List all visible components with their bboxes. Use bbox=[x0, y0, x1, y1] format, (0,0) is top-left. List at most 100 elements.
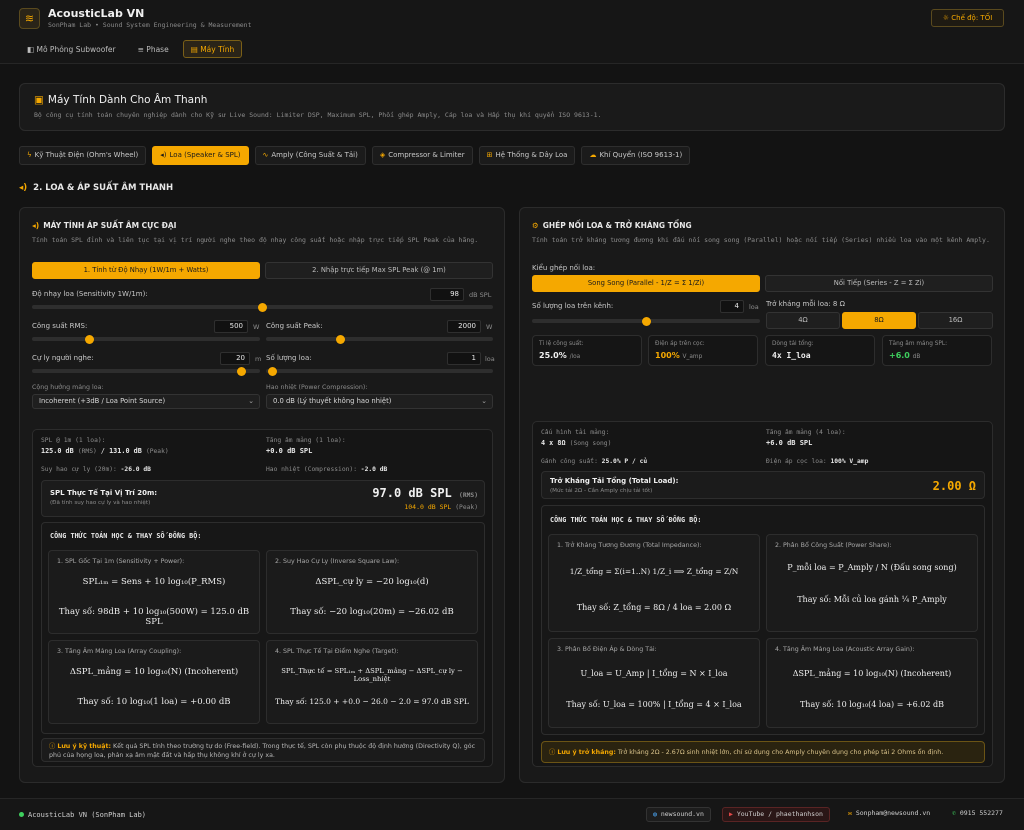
formula-title: 3. Phân Bổ Điện Áp & Dòng Tải: bbox=[557, 646, 657, 653]
array-gain-label: Tăng âm mảng (4 loa): bbox=[766, 429, 846, 436]
slider-thumb[interactable] bbox=[258, 302, 267, 312]
speaker-count-input[interactable]: 1 bbox=[447, 352, 481, 365]
calculator-tabs: ϟ Kỹ Thuật Điện (Ohm's Wheel) ◂) Loa (Spea… bbox=[19, 146, 691, 165]
formula-expression: ΔSPL_cự ly = −20 log₁₀(d) bbox=[315, 577, 429, 587]
slider-thumb[interactable] bbox=[336, 334, 346, 344]
stat-value: 100% V_amp bbox=[655, 351, 702, 360]
formula-substitution: Thay số: U_loa = 100% | I_tổng = 4 × I_l… bbox=[566, 700, 742, 709]
rms-power-slider[interactable] bbox=[32, 334, 260, 344]
phone-text: 0915 552277 bbox=[959, 809, 1003, 817]
formula-expression: P_mỗi loa = P_Amply / N (Đấu song song) bbox=[787, 563, 957, 572]
rms-power-input[interactable]: 500 bbox=[214, 320, 248, 333]
impedance-label: Trở kháng mỗi loa: 8 Ω bbox=[766, 300, 845, 308]
peak-power-unit: W bbox=[486, 323, 493, 331]
formula-array-coupling: 3. Tăng Âm Mảng Loa (Array Coupling): ΔS… bbox=[48, 640, 260, 724]
formula-title: 4. SPL Thực Tế Tại Điểm Nghe (Target): bbox=[275, 648, 399, 655]
load-config-number: 4 x 8Ω bbox=[541, 439, 566, 447]
total-load-card: Trở Kháng Tải Tổng (Total Load): (Mức tả… bbox=[541, 471, 985, 499]
nav-label: Máy Tính bbox=[200, 45, 235, 54]
youtube-link[interactable]: ▶ YouTube / phaethanhson bbox=[722, 807, 830, 822]
formula-array-gain: 4. Tăng Âm Mảng Loa (Acoustic Array Gain… bbox=[766, 638, 978, 728]
distance-slider[interactable] bbox=[32, 366, 260, 376]
email-link[interactable]: ✉ Sonpham@newsound.vn bbox=[842, 807, 936, 822]
stat-number: 100% bbox=[655, 351, 680, 360]
power-share-value: 25.0% P / củ bbox=[601, 458, 648, 465]
wiring-type-label: Kiểu ghép nối loa: bbox=[532, 264, 596, 272]
email-text: Sonpham@newsound.vn bbox=[855, 809, 931, 817]
formula-card: CÔNG THỨC TOÁN HỌC & THAY SỐ ĐỒNG BỘ: 1.… bbox=[41, 522, 485, 734]
nav-phase[interactable]: ≡ Phase bbox=[130, 40, 177, 58]
load-config-label: Cấu hình tải mảng: bbox=[541, 429, 610, 436]
formula-substitution: Thay số: 10 log₁₀(4 loa) = +6.02 dB bbox=[799, 700, 945, 709]
power-share-text: Gánh công suất: bbox=[541, 458, 598, 465]
tab-label: Hệ Thống & Dây Loa bbox=[495, 151, 568, 159]
speaker-count-label: Số lượng loa trên kênh: bbox=[532, 302, 614, 310]
tab-atmosphere[interactable]: ☁ Khí Quyển (ISO 9613-1) bbox=[581, 146, 691, 165]
pulse-icon: ∿ bbox=[262, 151, 269, 159]
cloud-icon: ☁ bbox=[589, 151, 597, 159]
phone-link[interactable]: ✆ 0915 552277 bbox=[946, 807, 1009, 822]
stat-number: 25.0% bbox=[539, 351, 567, 360]
speaker-count-slider[interactable] bbox=[266, 366, 493, 376]
slider-thumb[interactable] bbox=[268, 366, 278, 376]
app-subtitle: SonPham Lab • Sound System Engineering &… bbox=[48, 21, 252, 29]
stat-value: +6.0 dB bbox=[889, 351, 920, 360]
slider-thumb[interactable] bbox=[84, 334, 94, 344]
formula-title: 2. Suy Hao Cự Ly (Inverse Square Law): bbox=[275, 558, 400, 565]
peak-power-input[interactable]: 2000 bbox=[447, 320, 481, 333]
compression-select[interactable]: 0.0 dB (Lý thuyết không hao nhiệt) ⌄ bbox=[266, 394, 493, 409]
nav-label: Mô Phỏng Subwoofer bbox=[36, 45, 116, 54]
nav-calculator[interactable]: ▤ Máy Tính bbox=[182, 40, 243, 58]
distance-loss-label: Suy hao cự ly (20m): -26.0 dB bbox=[41, 466, 151, 473]
nav-subwoofer[interactable]: ◧ Mô Phỏng Subwoofer bbox=[19, 40, 124, 58]
technical-note-text: ⓘ Lưu ý kỹ thuật: Kết quả SPL tính theo … bbox=[49, 742, 479, 760]
impedance-warning: ⓘ Lưu ý trở kháng: Trở kháng 2Ω - 2.67Ω … bbox=[541, 741, 985, 763]
sensitivity-input[interactable]: 98 bbox=[430, 288, 464, 301]
parallel-button[interactable]: Song Song (Parallel - 1/Z = Σ 1/Zi) bbox=[532, 275, 760, 292]
slider-thumb[interactable] bbox=[237, 366, 247, 376]
speaker-count-input[interactable]: 4 bbox=[720, 300, 744, 313]
final-spl-card: SPL Thực Tế Tại Vị Trí 20m: (Đã tính suy… bbox=[41, 480, 485, 517]
formula-expression: SPL₁ₘ = Sens + 10 log₁₀(P_RMS) bbox=[82, 577, 226, 587]
rms-power-unit: W bbox=[253, 323, 260, 331]
slider-thumb[interactable] bbox=[641, 316, 651, 326]
note-label: Lưu ý trở kháng: bbox=[557, 749, 616, 756]
series-button[interactable]: Nối Tiếp (Series - Z = Σ Zi) bbox=[765, 275, 993, 292]
distance-input[interactable]: 20 bbox=[220, 352, 250, 365]
stat-label: Tăng âm mảng SPL: bbox=[889, 341, 948, 347]
calculator-icon: ▣ bbox=[34, 94, 44, 106]
power-share-label: Gánh công suất: 25.0% P / củ bbox=[541, 458, 647, 465]
array-gain-label: Tăng âm mảng (1 loa): bbox=[266, 437, 346, 444]
tab-label: Amply (Công Suất & Tải) bbox=[271, 151, 358, 159]
tab-label: Compressor & Limiter bbox=[388, 151, 465, 159]
compression-value: 0.0 dB (Lý thuyết không hao nhiệt) bbox=[273, 397, 392, 405]
impedance-16-button[interactable]: 16Ω bbox=[918, 312, 993, 329]
tab-amplifier[interactable]: ∿ Amply (Công Suất & Tải) bbox=[254, 146, 366, 165]
tab-speaker[interactable]: ◂) Loa (Speaker & SPL) bbox=[152, 146, 249, 165]
bolt-icon: ϟ bbox=[27, 151, 32, 159]
mode-sensitivity-button[interactable]: 1. Tính từ Độ Nhạy (1W/1m + Watts) bbox=[32, 262, 260, 279]
stat-unit: /loa bbox=[569, 354, 581, 360]
impedance-8-button[interactable]: 8Ω bbox=[842, 312, 916, 329]
formula-spl-1m: 1. SPL Gốc Tại 1m (Sensitivity + Power):… bbox=[48, 550, 260, 634]
formula-title: 3. Tăng Âm Mảng Loa (Array Coupling): bbox=[57, 648, 182, 655]
sensitivity-slider[interactable] bbox=[32, 302, 493, 312]
spl-peak-tag: (Peak) bbox=[145, 448, 169, 455]
theme-toggle-button[interactable]: ☼ Chế độ: TỐI bbox=[931, 9, 1004, 27]
formula-title: CÔNG THỨC TOÁN HỌC & THAY SỐ ĐỒNG BỘ: bbox=[50, 532, 202, 540]
impedance-4-button[interactable]: 4Ω bbox=[766, 312, 840, 329]
tab-system[interactable]: ⊞ Hệ Thống & Dây Loa bbox=[478, 146, 576, 165]
website-link[interactable]: ◍ newsound.vn bbox=[646, 807, 711, 822]
mode-max-spl-button[interactable]: 2. Nhập trực tiếp Max SPL Peak (@ 1m) bbox=[265, 262, 493, 279]
distance-label: Cự ly người nghe: bbox=[32, 354, 94, 362]
formula-expression: 1/Z_tổng = Σ(i=1..N) 1/Z_i ⟹ Z_tổng = Z/… bbox=[569, 567, 739, 576]
panel-title-text: GHÉP NỐI LOA & TRỞ KHÁNG TỔNG bbox=[542, 221, 692, 230]
speaker-count-slider[interactable] bbox=[532, 316, 760, 326]
formula-distance-loss: 2. Suy Hao Cự Ly (Inverse Square Law): Δ… bbox=[266, 550, 478, 634]
peak-power-slider[interactable] bbox=[266, 334, 493, 344]
formula-substitution: Thay số: 125.0 + +0.0 − 26.0 − 2.0 = 97.… bbox=[275, 697, 469, 706]
formula-power-share: 2. Phân Bổ Công Suất (Power Share): P_mỗ… bbox=[766, 534, 978, 632]
tab-compressor[interactable]: ◈ Compressor & Limiter bbox=[371, 146, 473, 165]
coupling-select[interactable]: Incoherent (+3dB / Loa Point Source) ⌄ bbox=[32, 394, 260, 409]
tab-electrical[interactable]: ϟ Kỹ Thuật Điện (Ohm's Wheel) bbox=[19, 146, 147, 165]
